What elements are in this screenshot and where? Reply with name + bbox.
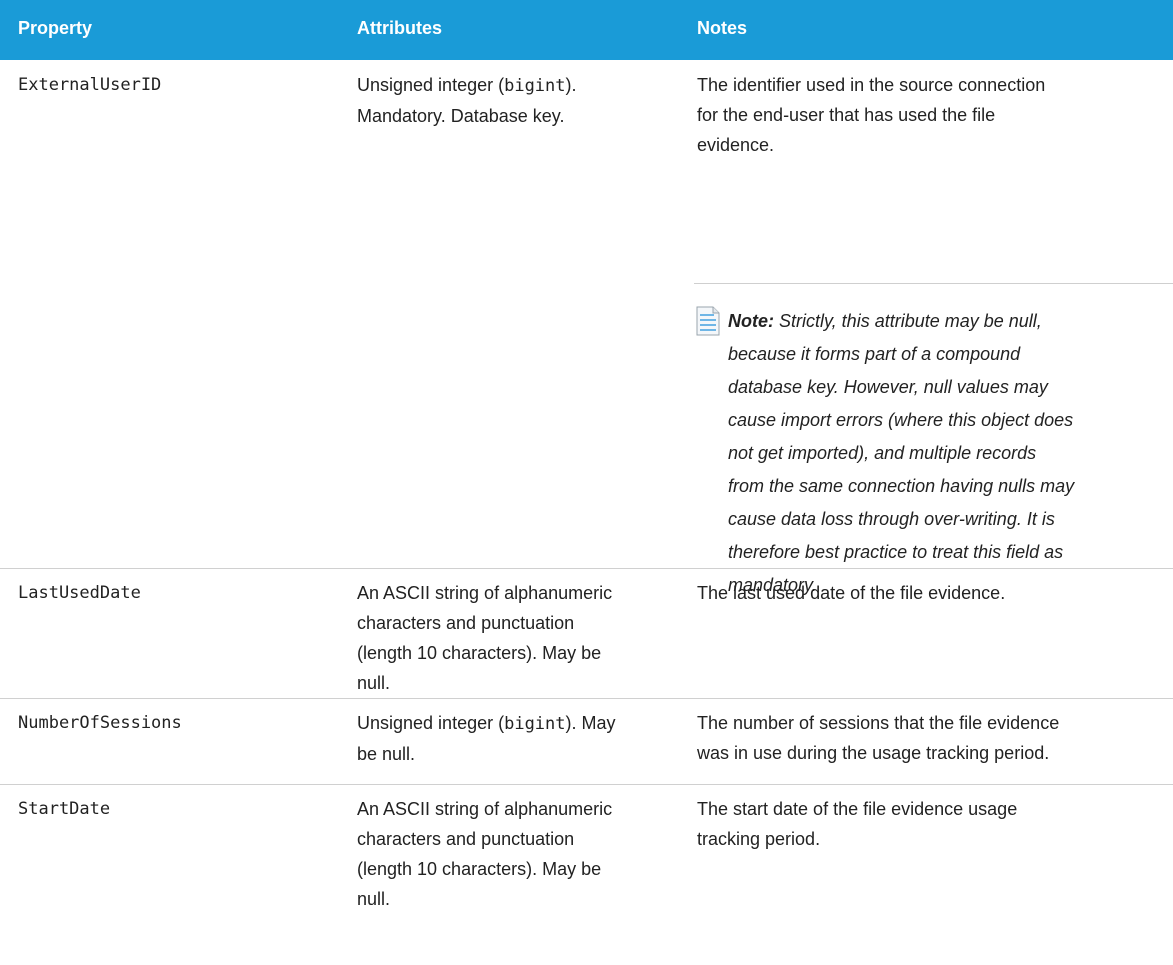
header-notes: Notes (697, 18, 748, 38)
attr-text: characters and punctuation (357, 613, 575, 633)
note-line: because it forms part of a compound (728, 344, 1021, 364)
notes-line: The number of sessions that the file evi… (697, 713, 1060, 733)
attr-text: null. (357, 673, 391, 693)
attr-text: An ASCII string of alphanumeric (357, 799, 613, 819)
table-header: Property Attributes Notes (0, 0, 1173, 60)
attr-text: (length 10 characters). May be (357, 859, 602, 879)
attr-text: be null. (357, 744, 416, 764)
note-line: database key. However, null values may (728, 377, 1048, 397)
notes-line: The start date of the file evidence usag… (697, 799, 1018, 819)
note-divider (694, 283, 1173, 284)
notes-line: tracking period. (697, 829, 821, 849)
notes-line: The identifier used in the source connec… (697, 75, 1046, 95)
note-block: Note: Strictly, this attribute may be nu… (728, 305, 1158, 602)
notes-line: was in use during the usage tracking per… (697, 743, 1050, 763)
row-divider (0, 698, 1173, 699)
attr-text: (length 10 characters). May be (357, 643, 602, 663)
notes-cell: The last used date of the file evidence. (697, 578, 1167, 608)
note-label: Note: (728, 311, 774, 331)
note-line: from the same connection having nulls ma… (728, 476, 1075, 496)
notes-cell: The identifier used in the source connec… (697, 70, 1167, 160)
attr-text: characters and punctuation (357, 829, 575, 849)
property-name: StartDate (18, 799, 111, 819)
attr-text: ). (565, 75, 577, 95)
attr-text: Unsigned integer ( (357, 75, 505, 95)
attr-text: Unsigned integer ( (357, 713, 505, 733)
attr-text: ). May (565, 713, 616, 733)
property-name: ExternalUserID (18, 75, 162, 95)
note-line: Strictly, this attribute may be null, (779, 311, 1042, 331)
attr-text: Mandatory. Database key. (357, 106, 565, 126)
header-property: Property (18, 18, 93, 38)
attributes-cell: An ASCII string of alphanumeric characte… (357, 578, 687, 698)
property-name: NumberOfSessions (18, 713, 182, 733)
attributes-cell: Unsigned integer (bigint). Mandatory. Da… (357, 70, 687, 131)
notes-line: The last used date of the file evidence. (697, 583, 1006, 603)
header-attributes: Attributes (357, 18, 442, 38)
notes-line: for the end-user that has used the file (697, 105, 996, 125)
note-line: therefore best practice to treat this fi… (728, 542, 1064, 562)
property-name: LastUsedDate (18, 583, 141, 603)
attr-text: An ASCII string of alphanumeric (357, 583, 613, 603)
attributes-cell: An ASCII string of alphanumeric characte… (357, 794, 687, 914)
attributes-cell: Unsigned integer (bigint). May be null. (357, 708, 687, 769)
notes-line: evidence. (697, 135, 775, 155)
attr-text: null. (357, 889, 391, 909)
note-line: cause data loss through over-writing. It… (728, 509, 1055, 529)
notes-cell: The start date of the file evidence usag… (697, 794, 1167, 854)
attr-code: bigint (504, 714, 566, 734)
attr-code: bigint (504, 76, 566, 96)
note-icon (696, 306, 720, 336)
notes-cell: The number of sessions that the file evi… (697, 708, 1167, 768)
row-divider (0, 568, 1173, 569)
note-line: cause import errors (where this object d… (728, 410, 1074, 430)
note-line: not get imported), and multiple records (728, 443, 1037, 463)
row-divider (0, 784, 1173, 785)
